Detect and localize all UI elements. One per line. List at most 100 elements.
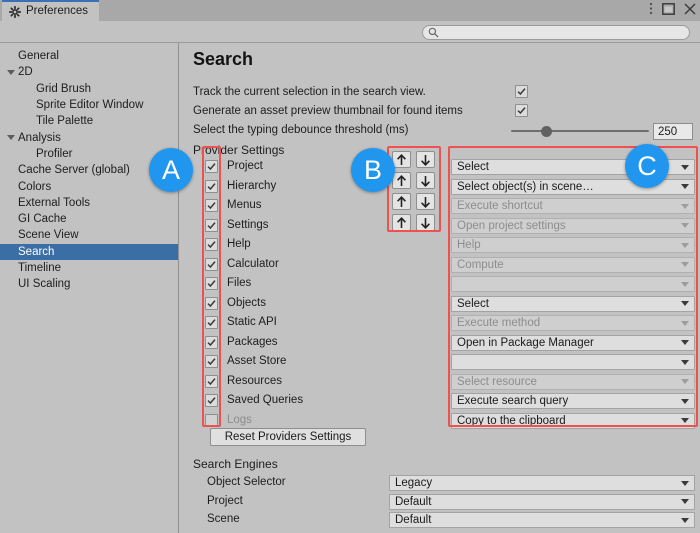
- provider-action-dropdown-asset-store[interactable]: [451, 354, 695, 370]
- provider-checkbox-menus[interactable]: [205, 199, 218, 212]
- provider-checkbox-hierarchy[interactable]: [205, 179, 218, 193]
- sidebar-item-tile-palette[interactable]: Tile Palette: [0, 113, 178, 129]
- provider-action-dropdown-calculator[interactable]: Compute: [451, 256, 695, 273]
- track-selection-checkbox[interactable]: [515, 85, 528, 98]
- provider-action-dropdown-static-api[interactable]: Execute method: [451, 315, 695, 331]
- chevron-down-icon[interactable]: [7, 69, 15, 75]
- provider-move-up-button-2[interactable]: [392, 172, 411, 189]
- provider-action-value: Execute shortcut: [457, 200, 543, 212]
- search-engine-dropdown-project[interactable]: Default: [389, 493, 695, 510]
- provider-action-dropdown-objects[interactable]: Select: [451, 295, 695, 312]
- sidebar-item-timeline[interactable]: Timeline: [0, 260, 178, 276]
- provider-label-hierarchy: Hierarchy: [227, 179, 277, 192]
- sidebar-item-gi-cache[interactable]: GI Cache: [0, 211, 178, 227]
- provider-label-help: Help: [227, 238, 251, 250]
- search-input[interactable]: [422, 25, 690, 40]
- provider-action-dropdown-settings[interactable]: Open project settings: [451, 217, 695, 234]
- sidebar-item-label: Cache Server (global): [18, 164, 130, 177]
- sidebar-item-label: Search: [18, 245, 55, 258]
- debounce-value-field[interactable]: 250: [653, 123, 693, 140]
- provider-checkbox-calculator[interactable]: [205, 257, 218, 271]
- provider-checkbox-resources[interactable]: [205, 374, 218, 388]
- chevron-down-icon: [681, 223, 689, 228]
- provider-move-down-button-1[interactable]: [416, 151, 435, 168]
- provider-action-value: Help: [457, 239, 481, 251]
- asset-preview-label: Generate an asset preview thumbnail for …: [193, 105, 463, 117]
- provider-action-value: Select: [457, 297, 489, 310]
- debounce-slider-knob[interactable]: [541, 125, 553, 137]
- provider-move-up-button-4[interactable]: [392, 214, 411, 231]
- search-engine-label-scene: Scene: [207, 513, 240, 525]
- provider-action-dropdown-files[interactable]: [451, 276, 695, 292]
- provider-checkbox-static-api[interactable]: [205, 316, 218, 329]
- provider-checkbox-packages[interactable]: [205, 335, 218, 349]
- tab-label: Preferences: [26, 4, 89, 17]
- sidebar-item-label: External Tools: [18, 196, 91, 209]
- provider-action-dropdown-help[interactable]: Help: [451, 237, 695, 253]
- reset-providers-settings-button[interactable]: Reset Providers Settings: [210, 428, 366, 446]
- sidebar-item-label: Grid Brush: [36, 82, 91, 95]
- provider-action-value: Compute: [457, 258, 504, 271]
- provider-checkbox-help[interactable]: [205, 238, 218, 251]
- sidebar-item-general[interactable]: General: [0, 48, 178, 64]
- search-engine-label-project: Project: [207, 494, 243, 507]
- provider-move-down-button-3[interactable]: [416, 193, 435, 210]
- provider-checkbox-objects[interactable]: [205, 296, 218, 310]
- provider-label-project: Project: [227, 160, 263, 172]
- provider-settings-heading: Provider Settings: [193, 143, 285, 157]
- sidebar-item-label: 2D: [18, 66, 33, 79]
- chevron-down-icon: [681, 164, 689, 170]
- close-icon[interactable]: [684, 2, 696, 20]
- search-engine-label-object-selector: Object Selector: [207, 476, 286, 488]
- asset-preview-checkbox[interactable]: [515, 104, 528, 117]
- annotation-badge-b: B: [351, 148, 395, 192]
- provider-action-dropdown-menus[interactable]: Execute shortcut: [451, 198, 695, 214]
- provider-move-up-button-1[interactable]: [392, 151, 411, 168]
- annotation-badge-a: A: [149, 148, 193, 192]
- provider-checkbox-project[interactable]: [205, 160, 218, 173]
- provider-action-dropdown-packages[interactable]: Open in Package Manager: [451, 334, 695, 351]
- sidebar-item-grid-brush[interactable]: Grid Brush: [0, 81, 178, 97]
- window-controls: [649, 0, 696, 21]
- search-engine-dropdown-object-selector[interactable]: Legacy: [389, 475, 695, 491]
- tab-preferences[interactable]: Preferences: [2, 0, 99, 21]
- provider-move-up-button-3[interactable]: [392, 193, 411, 210]
- provider-move-down-button-2[interactable]: [416, 172, 435, 189]
- provider-move-down-button-4[interactable]: [416, 214, 435, 231]
- arrow-up-icon: [396, 216, 407, 229]
- sidebar-item-sprite-editor-window[interactable]: Sprite Editor Window: [0, 97, 178, 113]
- provider-checkbox-saved-queries[interactable]: [205, 394, 218, 407]
- provider-label-static-api: Static API: [227, 316, 277, 328]
- sidebar-item-2d[interactable]: 2D: [0, 64, 178, 80]
- chevron-down-icon: [681, 281, 689, 287]
- arrow-down-icon: [420, 154, 431, 166]
- provider-action-value: Open project settings: [457, 219, 566, 232]
- maximize-icon[interactable]: [662, 2, 675, 20]
- provider-checkbox-settings[interactable]: [205, 218, 218, 232]
- chevron-down-icon: [681, 480, 689, 486]
- settings-tree[interactable]: General 2D Grid Brush Sprite Editor Window T…: [0, 43, 179, 533]
- provider-label-menus: Menus: [227, 199, 262, 211]
- sidebar-item-external-tools[interactable]: External Tools: [0, 195, 178, 211]
- sidebar-item-ui-scaling[interactable]: UI Scaling: [0, 276, 178, 292]
- sidebar-item-analysis[interactable]: Analysis: [0, 129, 178, 145]
- provider-checkbox-asset-store[interactable]: [205, 355, 218, 368]
- provider-label-files: Files: [227, 277, 252, 289]
- provider-checkbox-logs[interactable]: [205, 413, 218, 427]
- page-title: Search: [193, 49, 254, 69]
- provider-checkbox-files[interactable]: [205, 277, 218, 290]
- chevron-down-icon: [681, 418, 689, 423]
- track-selection-label: Track the current selection in the searc…: [193, 86, 426, 98]
- provider-action-dropdown-saved-queries[interactable]: Execute search query: [451, 393, 695, 409]
- chevron-down-icon: [681, 320, 689, 326]
- provider-action-dropdown-logs[interactable]: Copy to the clipboard: [451, 412, 695, 429]
- debounce-slider-track[interactable]: [511, 130, 649, 132]
- search-engine-dropdown-scene[interactable]: Default: [389, 512, 695, 528]
- chevron-down-icon: [681, 379, 689, 384]
- chevron-down-icon[interactable]: [7, 135, 15, 141]
- sidebar-item-scene-view[interactable]: Scene View: [0, 227, 178, 243]
- chevron-down-icon: [681, 262, 689, 267]
- provider-action-dropdown-resources[interactable]: Select resource: [451, 373, 695, 390]
- sidebar-item-search[interactable]: Search: [0, 243, 178, 260]
- kebab-menu-icon[interactable]: [649, 2, 653, 20]
